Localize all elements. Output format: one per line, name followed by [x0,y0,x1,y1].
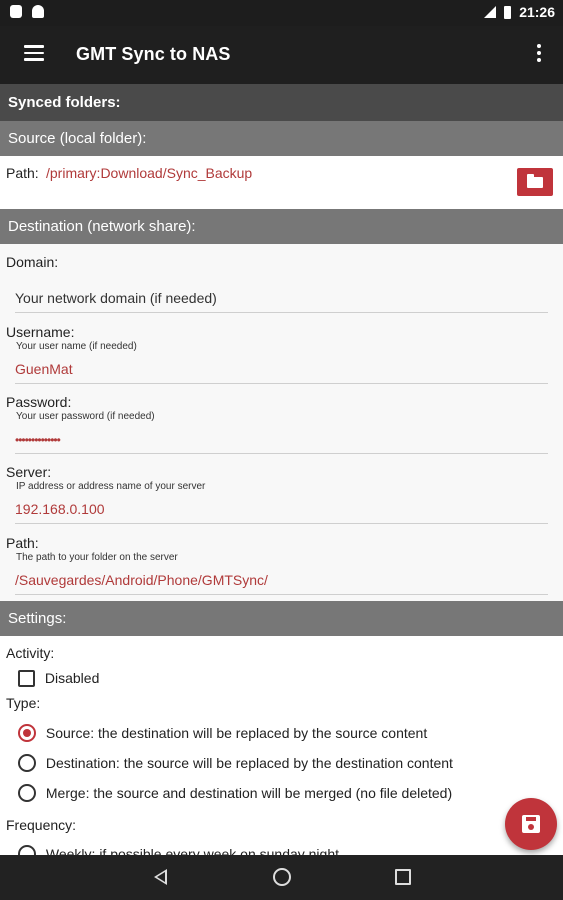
type-option-label: Merge: the source and destination will b… [45,785,453,802]
type-option-label: Source: the destination will be replaced… [45,725,428,742]
frequency-option-label: Weekly: if possible every week on sunday… [45,846,340,855]
type-label: Type: [6,695,41,711]
type-option-label: Destination: the source will be replaced… [45,755,453,772]
remote-path-hint: The path to your folder on the server [16,552,178,563]
domain-field[interactable]: Your network domain (if needed) [15,290,548,313]
save-icon [522,815,540,833]
radio-unselected-icon[interactable] [18,784,36,803]
username-value: GuenMat [15,361,73,377]
remote-path-field[interactable]: /Sauvegardes/Android/Phone/GMTSync/ [15,572,548,595]
content-scroll[interactable]: Synced folders: Source (local folder): P… [0,84,563,855]
password-value: •••••••••••••• [15,433,61,447]
app-bar: GMT Sync to NAS [0,26,563,84]
source-header: Source (local folder): [0,121,563,156]
status-bar: 21:26 [0,0,563,26]
destination-form: Domain: Your network domain (if needed) … [0,244,563,601]
password-label: Password: [6,394,72,410]
type-option-destination[interactable]: Destination: the source will be replaced… [18,754,453,773]
frequency-label: Frequency: [6,817,77,833]
signal-icon [484,6,497,18]
destination-header: Destination (network share): [0,209,563,244]
remote-path-label: Path: [6,535,39,551]
clock: 21:26 [519,4,555,20]
settings-header: Settings: [0,601,563,636]
home-icon[interactable] [273,868,291,886]
domain-label: Domain: [6,254,59,270]
username-label: Username: [6,324,75,340]
server-value: 192.168.0.100 [15,501,105,517]
more-vert-icon[interactable] [537,44,541,65]
back-icon[interactable] [154,869,167,885]
username-field[interactable]: GuenMat [15,361,548,384]
save-fab-button[interactable] [505,798,557,850]
disabled-checkbox-row[interactable]: Disabled [18,669,99,687]
type-option-merge[interactable]: Merge: the source and destination will b… [18,784,453,803]
settings-section: Activity: Disabled Type: Source: the des… [0,636,563,855]
type-option-source[interactable]: Source: the destination will be replaced… [18,724,428,743]
app-title: GMT Sync to NAS [76,44,231,64]
frequency-option-weekly[interactable]: Weekly: if possible every week on sunday… [18,845,339,855]
domain-placeholder: Your network domain (if needed) [15,290,217,306]
battery-icon [504,5,512,19]
notification-icon [10,5,22,18]
folder-icon [527,174,543,188]
radio-selected-icon[interactable] [18,724,36,743]
username-hint: Your user name (if needed) [16,341,137,352]
disabled-label: Disabled [44,670,100,687]
server-field[interactable]: 192.168.0.100 [15,501,548,524]
android-icon [32,5,44,18]
source-path-value[interactable]: /primary:Download/Sync_Backup [46,165,252,181]
radio-unselected-icon[interactable] [18,754,36,773]
hamburger-menu-icon[interactable] [24,45,44,61]
server-label: Server: [6,464,52,480]
password-field[interactable]: •••••••••••••• [15,431,548,454]
server-hint: IP address or address name of your serve… [16,481,206,492]
source-path-row: Path: /primary:Download/Sync_Backup [0,156,563,209]
password-hint: Your user password (if needed) [16,411,155,422]
disabled-checkbox[interactable] [18,669,35,687]
remote-path-value: /Sauvegardes/Android/Phone/GMTSync/ [15,572,268,588]
activity-label: Activity: [6,645,55,661]
synced-folders-header: Synced folders: [0,84,563,121]
folder-picker-button[interactable] [517,168,553,196]
radio-unselected-icon[interactable] [18,845,36,855]
navigation-bar [0,855,563,900]
source-path-label: Path: [6,165,39,181]
recent-apps-icon[interactable] [395,869,411,885]
